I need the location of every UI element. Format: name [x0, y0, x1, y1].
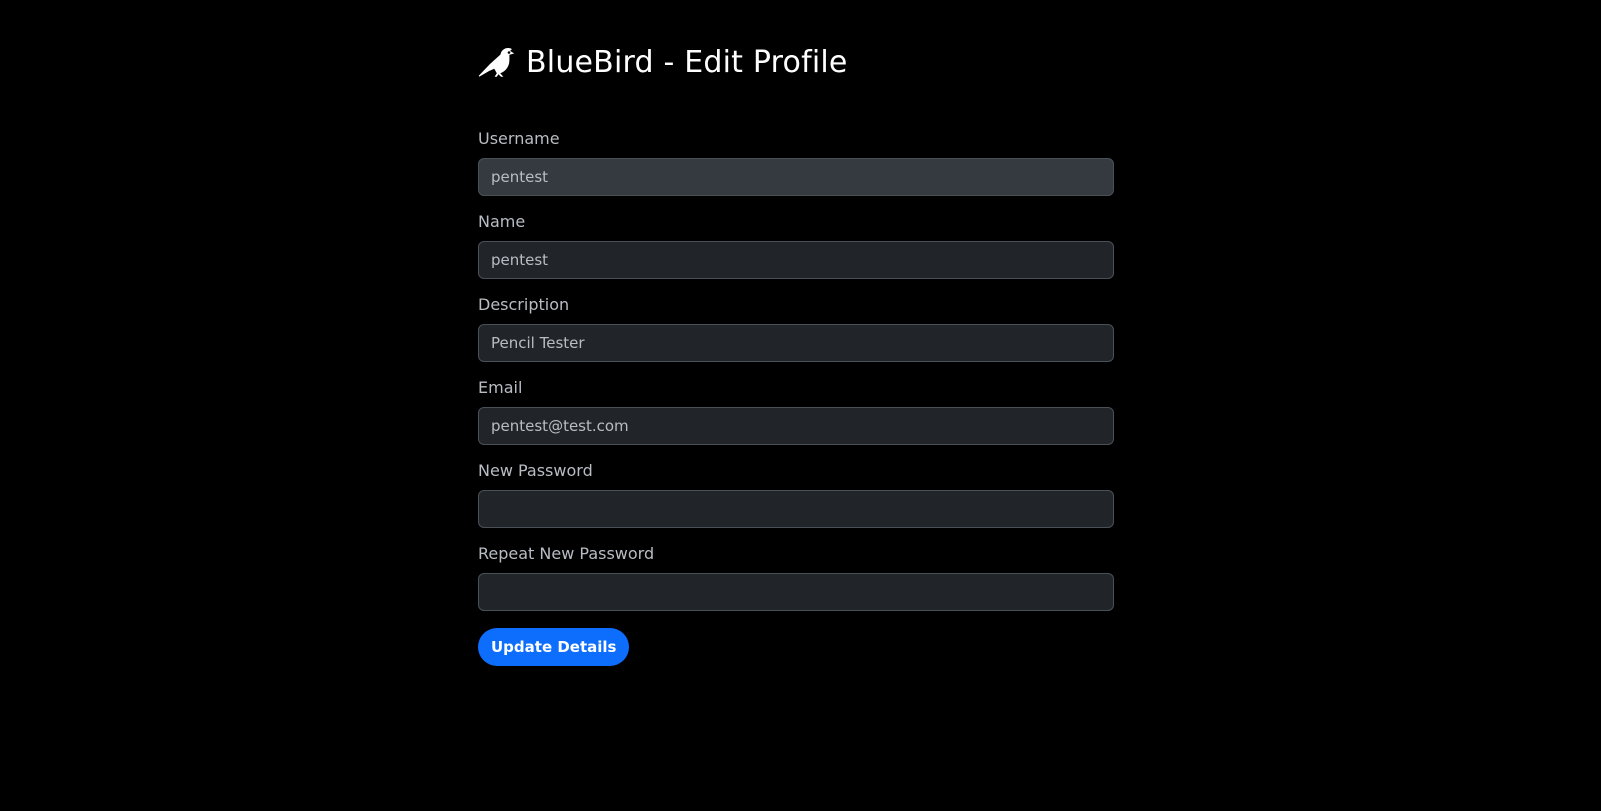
email-label: Email: [478, 378, 523, 397]
page-title: BlueBird - Edit Profile: [526, 44, 848, 80]
username-input[interactable]: [478, 158, 1114, 196]
name-field-group: Name: [478, 212, 1114, 279]
username-field-group: Username: [478, 129, 1114, 196]
page-header: BlueBird - Edit Profile: [478, 40, 1114, 84]
repeat-password-input[interactable]: [478, 573, 1114, 611]
username-label: Username: [478, 129, 560, 148]
email-input[interactable]: [478, 407, 1114, 445]
name-label: Name: [478, 212, 526, 231]
email-field-group: Email: [478, 378, 1114, 445]
description-field-group: Description: [478, 295, 1114, 362]
edit-profile-container: BlueBird - Edit Profile Username Name De…: [478, 40, 1114, 666]
repeat-password-label: Repeat New Password: [478, 544, 655, 563]
description-label: Description: [478, 295, 570, 314]
edit-profile-form: Username Name Description Email New Pass…: [478, 129, 1114, 666]
description-input[interactable]: [478, 324, 1114, 362]
page: BlueBird - Edit Profile Username Name De…: [0, 0, 1601, 811]
repeat-password-field-group: Repeat New Password: [478, 544, 1114, 611]
new-password-label: New Password: [478, 461, 593, 480]
name-input[interactable]: [478, 241, 1114, 279]
new-password-field-group: New Password: [478, 461, 1114, 528]
update-details-button[interactable]: Update Details: [478, 628, 630, 666]
bird-icon: [478, 45, 518, 79]
new-password-input[interactable]: [478, 490, 1114, 528]
